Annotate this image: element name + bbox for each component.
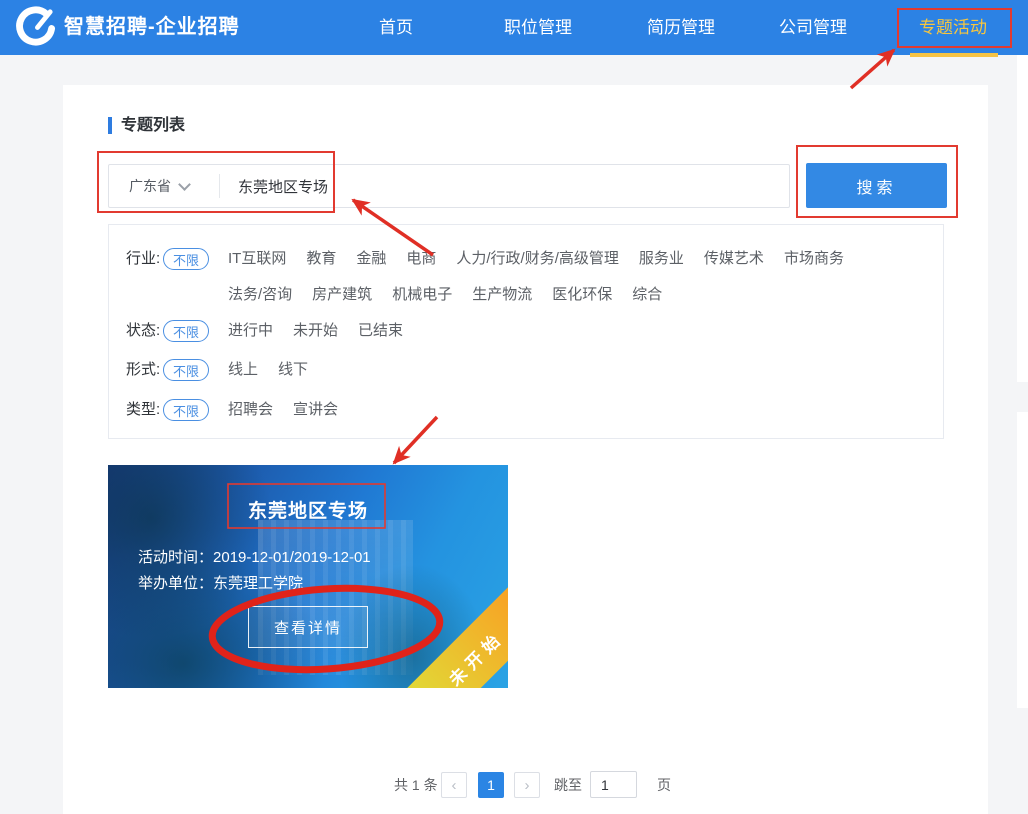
- filter-option[interactable]: 传媒艺术: [704, 248, 764, 270]
- filter-type-options: 招聘会 宣讲会: [228, 399, 338, 421]
- filter-option[interactable]: 教育: [306, 248, 336, 270]
- nav-item-jobs[interactable]: 职位管理: [504, 0, 572, 55]
- search-bar: 广东省: [108, 164, 790, 208]
- filter-option[interactable]: 金融: [356, 248, 386, 270]
- filter-label-status: 状态:: [126, 320, 160, 342]
- section-accent-bar: [108, 117, 112, 134]
- card-time-line: 活动时间：2019-12-01/2019-12-01: [138, 546, 371, 567]
- filter-option[interactable]: 未开始: [293, 320, 338, 342]
- filter-option[interactable]: 医化环保: [552, 284, 612, 306]
- filter-status-options: 进行中 未开始 已结束: [228, 320, 403, 342]
- keyword-input[interactable]: [238, 166, 789, 206]
- pagination-jump-label: 跳至: [554, 772, 582, 798]
- filter-option[interactable]: 电商: [406, 248, 436, 270]
- filter-option[interactable]: 服务业: [639, 248, 684, 270]
- filter-industry-options-row1: IT互联网 教育 金融 电商 人力/行政/财务/高级管理 服务业 传媒艺术 市场…: [228, 248, 844, 270]
- active-nav-underline: [910, 53, 998, 57]
- filter-option[interactable]: 法务/咨询: [228, 284, 292, 306]
- filter-option[interactable]: 生产物流: [472, 284, 532, 306]
- scrollbar-gap: [1017, 382, 1028, 412]
- filter-option[interactable]: 线上: [228, 359, 258, 381]
- activity-card[interactable]: 东莞地区专场 活动时间：2019-12-01/2019-12-01 举办单位：东…: [108, 465, 508, 688]
- filter-form-options: 线上 线下: [228, 359, 308, 381]
- filter-label-type: 类型:: [126, 399, 160, 421]
- nav-item-resumes[interactable]: 简历管理: [647, 0, 715, 55]
- filter-form-unlimited[interactable]: 不限: [163, 359, 209, 381]
- nav-item-topics[interactable]: 专题活动: [919, 0, 987, 55]
- filter-option[interactable]: 人力/行政/财务/高级管理: [456, 248, 619, 270]
- nav-item-company[interactable]: 公司管理: [779, 0, 847, 55]
- search-button[interactable]: 搜索: [806, 163, 947, 208]
- pagination-total: 共 1 条: [394, 772, 438, 798]
- annotation-arrow-nav: [851, 50, 894, 88]
- filter-option[interactable]: 综合: [632, 284, 662, 306]
- region-dropdown-value: 广东省: [129, 176, 171, 196]
- top-navbar: 智慧招聘-企业招聘 首页 职位管理 简历管理 公司管理 专题活动: [0, 0, 1028, 55]
- filter-type-unlimited[interactable]: 不限: [163, 399, 209, 421]
- filter-status-unlimited[interactable]: 不限: [163, 320, 209, 342]
- search-divider: [219, 174, 220, 198]
- filter-option[interactable]: 招聘会: [228, 399, 273, 421]
- nav-item-home[interactable]: 首页: [379, 0, 413, 55]
- filter-industry-options-row2: 法务/咨询 房产建筑 机械电子 生产物流 医化环保 综合: [228, 284, 662, 306]
- pagination-current-page[interactable]: 1: [478, 772, 504, 798]
- filter-option[interactable]: 已结束: [358, 320, 403, 342]
- pagination-page-input[interactable]: [590, 771, 637, 798]
- filter-industry-unlimited[interactable]: 不限: [163, 248, 209, 270]
- filter-option[interactable]: 市场商务: [784, 248, 844, 270]
- filter-option[interactable]: IT互联网: [228, 248, 286, 270]
- card-time-value: 2019-12-01/2019-12-01: [213, 549, 371, 566]
- chevron-down-icon: [178, 178, 191, 191]
- card-title: 东莞地区专场: [108, 496, 508, 523]
- view-details-button[interactable]: 查看详情: [248, 606, 368, 648]
- card-host-label: 举办单位：: [138, 575, 213, 592]
- card-host-value: 东莞理工学院: [213, 575, 303, 592]
- app-title: 智慧招聘-企业招聘: [64, 0, 240, 55]
- region-dropdown[interactable]: 广东省: [109, 176, 219, 196]
- app-screen: 智慧招聘-企业招聘 首页 职位管理 简历管理 公司管理 专题活动 专题列表 广东…: [0, 0, 1028, 814]
- card-host-line: 举办单位：东莞理工学院: [138, 572, 303, 593]
- filter-option[interactable]: 宣讲会: [293, 399, 338, 421]
- filter-label-form: 形式:: [126, 359, 160, 381]
- brand-logo-icon: [14, 6, 57, 49]
- filter-option[interactable]: 进行中: [228, 320, 273, 342]
- filter-option[interactable]: 房产建筑: [312, 284, 372, 306]
- filter-label-industry: 行业:: [126, 248, 160, 270]
- pagination-page-label: 页: [657, 772, 671, 798]
- filter-option[interactable]: 线下: [278, 359, 308, 381]
- filter-option[interactable]: 机械电子: [392, 284, 452, 306]
- card-time-label: 活动时间：: [138, 549, 213, 566]
- pagination-next-button[interactable]: ›: [514, 772, 540, 798]
- pagination-prev-button[interactable]: ‹: [441, 772, 467, 798]
- page-title: 专题列表: [121, 117, 185, 134]
